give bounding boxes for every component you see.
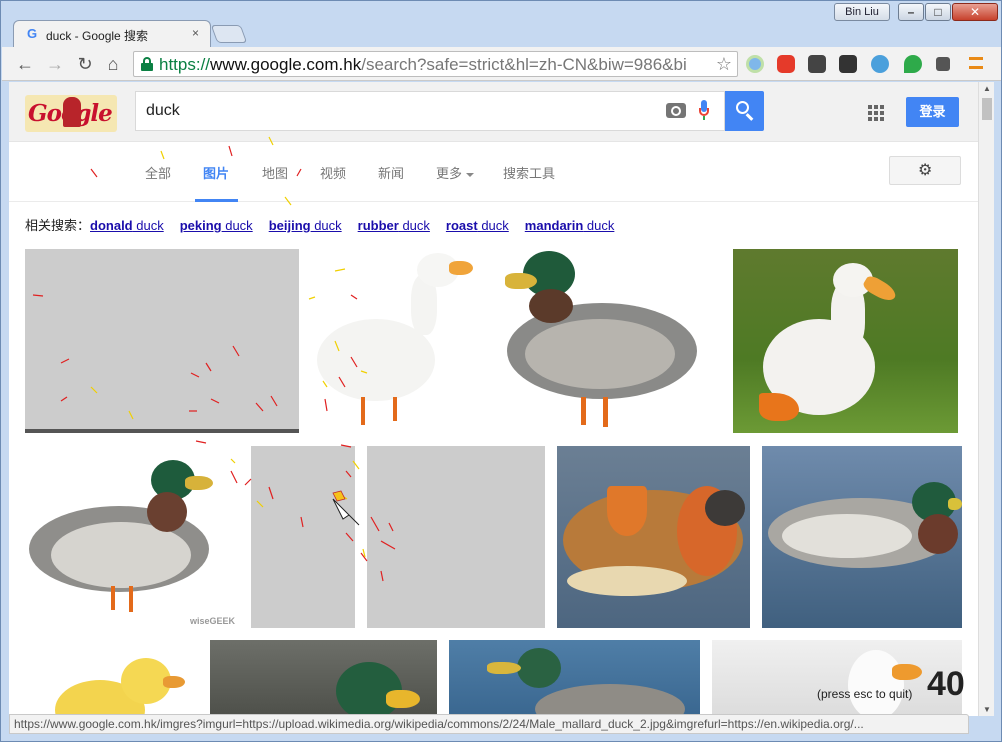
menu-icon[interactable] [969,57,983,69]
tab-images[interactable]: 图片 [203,163,229,182]
maximize-icon: □ [934,5,942,19]
related-link-roast[interactable]: roast duck [446,218,509,233]
apps-grid-icon[interactable] [868,105,884,121]
url-path: /search?safe=strict&hl=zh-CN&biw=986&bi [361,55,687,74]
tab-close-button[interactable]: × [192,26,199,40]
image-thumbnail-white-duck-grass[interactable] [733,249,958,433]
leaf-icon[interactable] [904,55,922,73]
tab-news[interactable]: 新闻 [378,163,404,182]
search-input[interactable] [136,92,656,130]
related-link-rubber[interactable]: rubber duck [358,218,430,233]
vertical-scrollbar[interactable]: ▲ ▼ [978,82,994,716]
related-label: 相关搜索： [25,218,91,233]
image-thumbnail-mallard-closeup[interactable] [210,640,437,716]
signin-button[interactable]: 登录 [906,97,959,127]
quit-hint: (press esc to quit) [817,687,913,701]
image-thumbnail-mandarin-duck[interactable] [557,446,750,628]
chrome-sync-icon[interactable] [746,55,764,73]
title-bar: Bin Liu – □ ✕ G duck - Google 搜索 × [1,1,1001,47]
loading-bar [25,429,299,433]
scroll-up-arrow-icon[interactable]: ▲ [983,84,991,93]
image-thumbnail-white-duck-closeup[interactable] [712,640,962,716]
scroll-down-arrow-icon[interactable]: ▼ [983,705,991,714]
lock-icon [141,57,153,71]
related-link-beijing[interactable]: beijing duck [269,218,342,233]
settings-button[interactable]: ⚙ [889,156,961,185]
tab-maps[interactable]: 地图 [262,163,288,182]
gear-icon: ⚙ [918,162,933,179]
minimize-icon: – [907,5,915,19]
score-counter: 40 [927,665,965,703]
tab-all[interactable]: 全部 [145,163,171,182]
image-thumbnail-loading-2[interactable] [251,446,355,628]
new-tab-button[interactable] [210,25,248,43]
evernote-icon[interactable] [839,55,857,73]
back-button[interactable]: ← [14,53,36,75]
image-thumbnail-mallard-side[interactable] [485,249,717,433]
search-header: Google 登录 [9,82,978,142]
active-tab-underline [195,199,238,202]
camera-icon[interactable] [666,103,686,118]
related-link-peking[interactable]: peking duck [180,218,253,233]
tab-title: duck - Google 搜索 [46,29,149,43]
profile-button[interactable]: Bin Liu [834,3,890,21]
image-thumbnail-mallard-calling[interactable] [449,640,700,716]
status-bar-url: https://www.google.com.hk/imgres?imgurl=… [9,714,969,734]
tab-videos[interactable]: 视频 [320,163,346,182]
related-link-donald[interactable]: donald duck [90,218,164,233]
image-thumbnail-white-duck-standing[interactable] [311,249,473,433]
vimium-icon[interactable] [871,55,889,73]
url-text[interactable]: https://www.google.com.hk/search?safe=st… [159,55,714,75]
address-bar[interactable]: https://www.google.com.hk/search?safe=st… [133,51,738,77]
bookmark-star-icon[interactable]: ☆ [716,54,732,74]
scroll-thumb[interactable] [982,98,992,120]
reload-button[interactable]: ↻ [74,53,96,75]
adblock-icon[interactable] [777,55,795,73]
browser-window: Bin Liu – □ ✕ G duck - Google 搜索 × ← → ↻… [0,0,1002,742]
close-icon: ✕ [969,5,981,19]
image-credit: wiseGEEK [189,616,235,626]
related-searches: 相关搜索：donald duck peking duck beijing duck r… [25,215,614,234]
image-thumbnail-mallard-wisegeek[interactable]: wiseGEEK [25,446,239,628]
microphone-icon[interactable] [699,100,709,122]
minimize-button[interactable]: – [898,3,924,21]
home-button[interactable]: ⌂ [102,53,124,75]
forward-button[interactable]: → [44,53,66,75]
image-thumbnail-mallard-water[interactable] [762,446,962,628]
search-box [135,91,725,131]
caret-down-icon [466,172,475,177]
browser-toolbar: ← → ↻ ⌂ https://www.google.com.hk/search… [2,47,1001,81]
url-host: www.google.com.hk [210,55,362,74]
close-window-button[interactable]: ✕ [952,3,998,21]
tab-more[interactable]: 更多 [436,163,475,182]
related-link-mandarin[interactable]: mandarin duck [525,218,615,233]
google-images-page: Google 登录 全部 图片 地图 视频 新闻 更多 搜索工具 [9,82,978,716]
tab-search-tools[interactable]: 搜索工具 [503,163,555,182]
image-thumbnail-loading-3[interactable] [367,446,545,628]
image-thumbnail-loading[interactable] [25,249,299,433]
puzzle-icon[interactable] [936,57,950,71]
google-doodle-logo[interactable]: Google [25,95,117,132]
maximize-button[interactable]: □ [925,3,951,21]
pocket-icon[interactable] [808,55,826,73]
doodle-figure [63,97,81,127]
google-favicon-icon: G [27,26,38,41]
browser-tab[interactable]: G duck - Google 搜索 × [13,20,211,47]
tab-more-label: 更多 [436,166,463,181]
search-nav: 全部 图片 地图 视频 新闻 更多 搜索工具 ⚙ [9,142,978,202]
url-scheme: https:// [159,55,211,74]
search-button[interactable] [725,91,764,131]
image-thumbnail-duckling[interactable] [25,640,198,716]
